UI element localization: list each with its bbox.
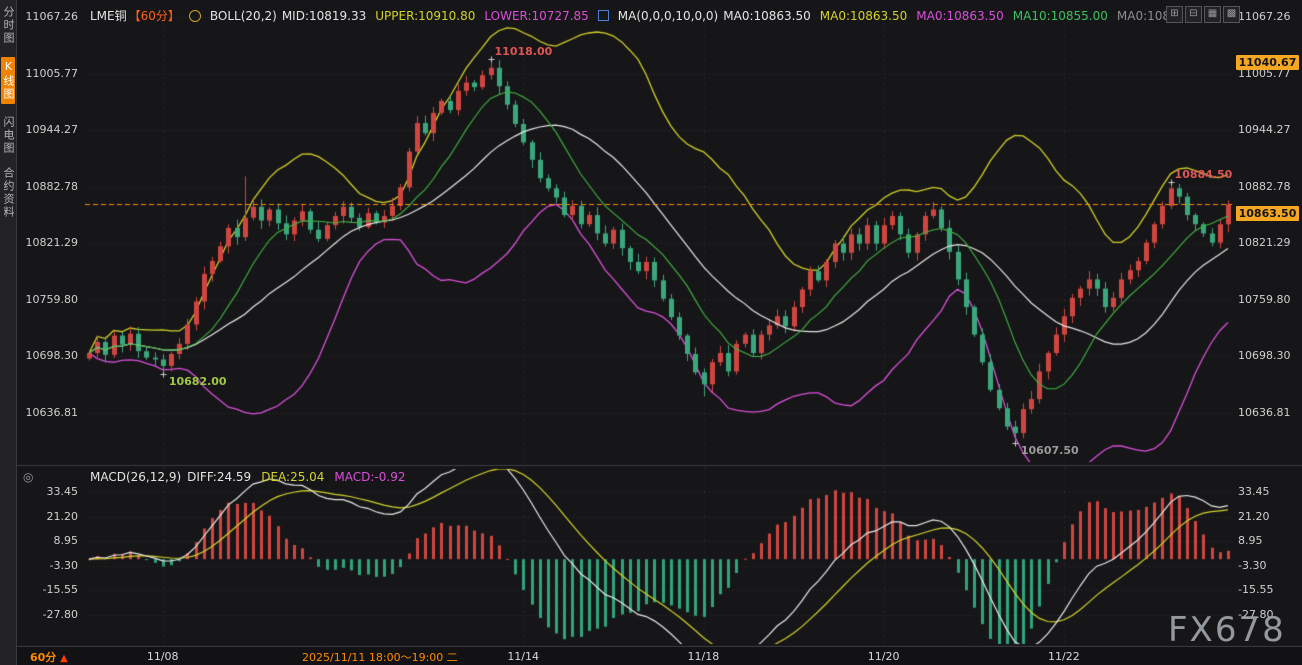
x-axis-date: 11/22 — [1048, 650, 1080, 663]
price-annotation-low: 10607.50 — [1021, 444, 1079, 457]
boll-lower-value: LOWER:10727.85 — [484, 9, 588, 23]
x-axis-date: 11/20 — [868, 650, 900, 663]
ma0-yellow-value: MA0:10863.50 — [820, 9, 908, 23]
price-annotation-low: 10682.00 — [169, 375, 227, 388]
single-chart-icon[interactable]: ⊞ — [1166, 6, 1183, 23]
ma0-gray-value: MA0:108 — [1117, 9, 1170, 23]
chart-mode-sidebar: 分时图 K线图 闪电图 合约资料 — [0, 0, 17, 665]
period-label: 【60分】 — [129, 7, 180, 24]
boll-mid-value: MID:10819.33 — [282, 9, 366, 23]
macd-tick: 33.45 — [1238, 485, 1270, 498]
macd-label: MACD(26,12,9) — [90, 470, 181, 484]
boll-upper-value: UPPER:10910.80 — [375, 9, 475, 23]
sidebar-item-timeline-chart[interactable]: 分时图 — [1, 6, 15, 45]
ma10-value: MA10:10855.00 — [1013, 9, 1108, 23]
macd-tick: 21.20 — [1238, 510, 1270, 523]
macd-tick: 33.45 — [47, 485, 79, 498]
ma0-white-value: MA0:10863.50 — [723, 9, 811, 23]
candlestick-chart-canvas[interactable] — [0, 0, 1302, 665]
bottom-status-bar: 60分 ▲ 2025/11/11 18:00～19:00 二 — [16, 647, 1302, 665]
macd-tick: -27.80 — [43, 608, 78, 621]
period-settings-icon[interactable] — [189, 10, 201, 22]
ma0-magenta-value: MA0:10863.50 — [916, 9, 1004, 23]
chart-layout-buttons: ⊞ ⊟ ▦ ▩ — [1166, 6, 1240, 23]
macd-tick: 8.95 — [54, 534, 79, 547]
macd-diff-value: DIFF:24.59 — [187, 470, 251, 484]
period-selector[interactable]: 60分 ▲ — [30, 649, 68, 665]
macd-indicator-bar: MACD(26,12,9) DIFF:24.59 DEA:25.04 MACD:… — [90, 470, 405, 484]
macd-axis-right: 33.45 21.20 8.95 -3.30 -15.55 -27.80 — [1237, 0, 1299, 665]
sidebar-item-contract-info[interactable]: 合约资料 — [1, 167, 15, 219]
multi-chart-icon[interactable]: ▩ — [1223, 6, 1240, 23]
macd-tick: -3.30 — [1238, 559, 1266, 572]
fx678-watermark: FX678 — [1168, 610, 1286, 650]
period-up-arrow-icon: ▲ — [60, 653, 68, 664]
ma-group-label: MA(0,0,0,10,0,0) — [618, 9, 718, 23]
x-axis-date: 11/14 — [507, 650, 539, 663]
macd-panel-icon[interactable]: ◎ — [23, 470, 33, 484]
ma-settings-icon[interactable] — [598, 10, 609, 21]
sidebar-item-kline-chart[interactable]: K线图 — [1, 57, 15, 104]
boll-label: BOLL(20,2) — [210, 9, 277, 23]
macd-tick: -15.55 — [43, 583, 78, 596]
macd-tick: -15.55 — [1238, 583, 1273, 596]
hover-time-label: 2025/11/11 18:00～19:00 二 — [302, 649, 458, 665]
price-annotation-high: 11018.00 — [495, 45, 553, 58]
price-annotation-high: 10884.50 — [1175, 168, 1233, 181]
sidebar-item-flash-chart[interactable]: 闪电图 — [1, 116, 15, 155]
trading-chart-window: 分时图 K线图 闪电图 合约资料 LME铜 【60分】 BOLL(20,2) M… — [0, 0, 1302, 665]
dual-chart-icon[interactable]: ⊟ — [1185, 6, 1202, 23]
upper-price-tag: 11040.67 — [1236, 55, 1299, 70]
macd-value: MACD:-0.92 — [334, 470, 405, 484]
macd-dea-value: DEA:25.04 — [261, 470, 324, 484]
last-price-tag: 10863.50 — [1236, 206, 1299, 221]
macd-tick: 8.95 — [1238, 534, 1263, 547]
symbol-label: LME铜 — [90, 7, 127, 24]
macd-tick: 21.20 — [47, 510, 79, 523]
macd-tick: -3.30 — [50, 559, 78, 572]
x-axis-date: 11/08 — [147, 650, 179, 663]
quad-chart-icon[interactable]: ▦ — [1204, 6, 1221, 23]
x-axis-date: 11/18 — [688, 650, 720, 663]
indicator-bar: LME铜 【60分】 BOLL(20,2) MID:10819.33 UPPER… — [90, 7, 1170, 24]
